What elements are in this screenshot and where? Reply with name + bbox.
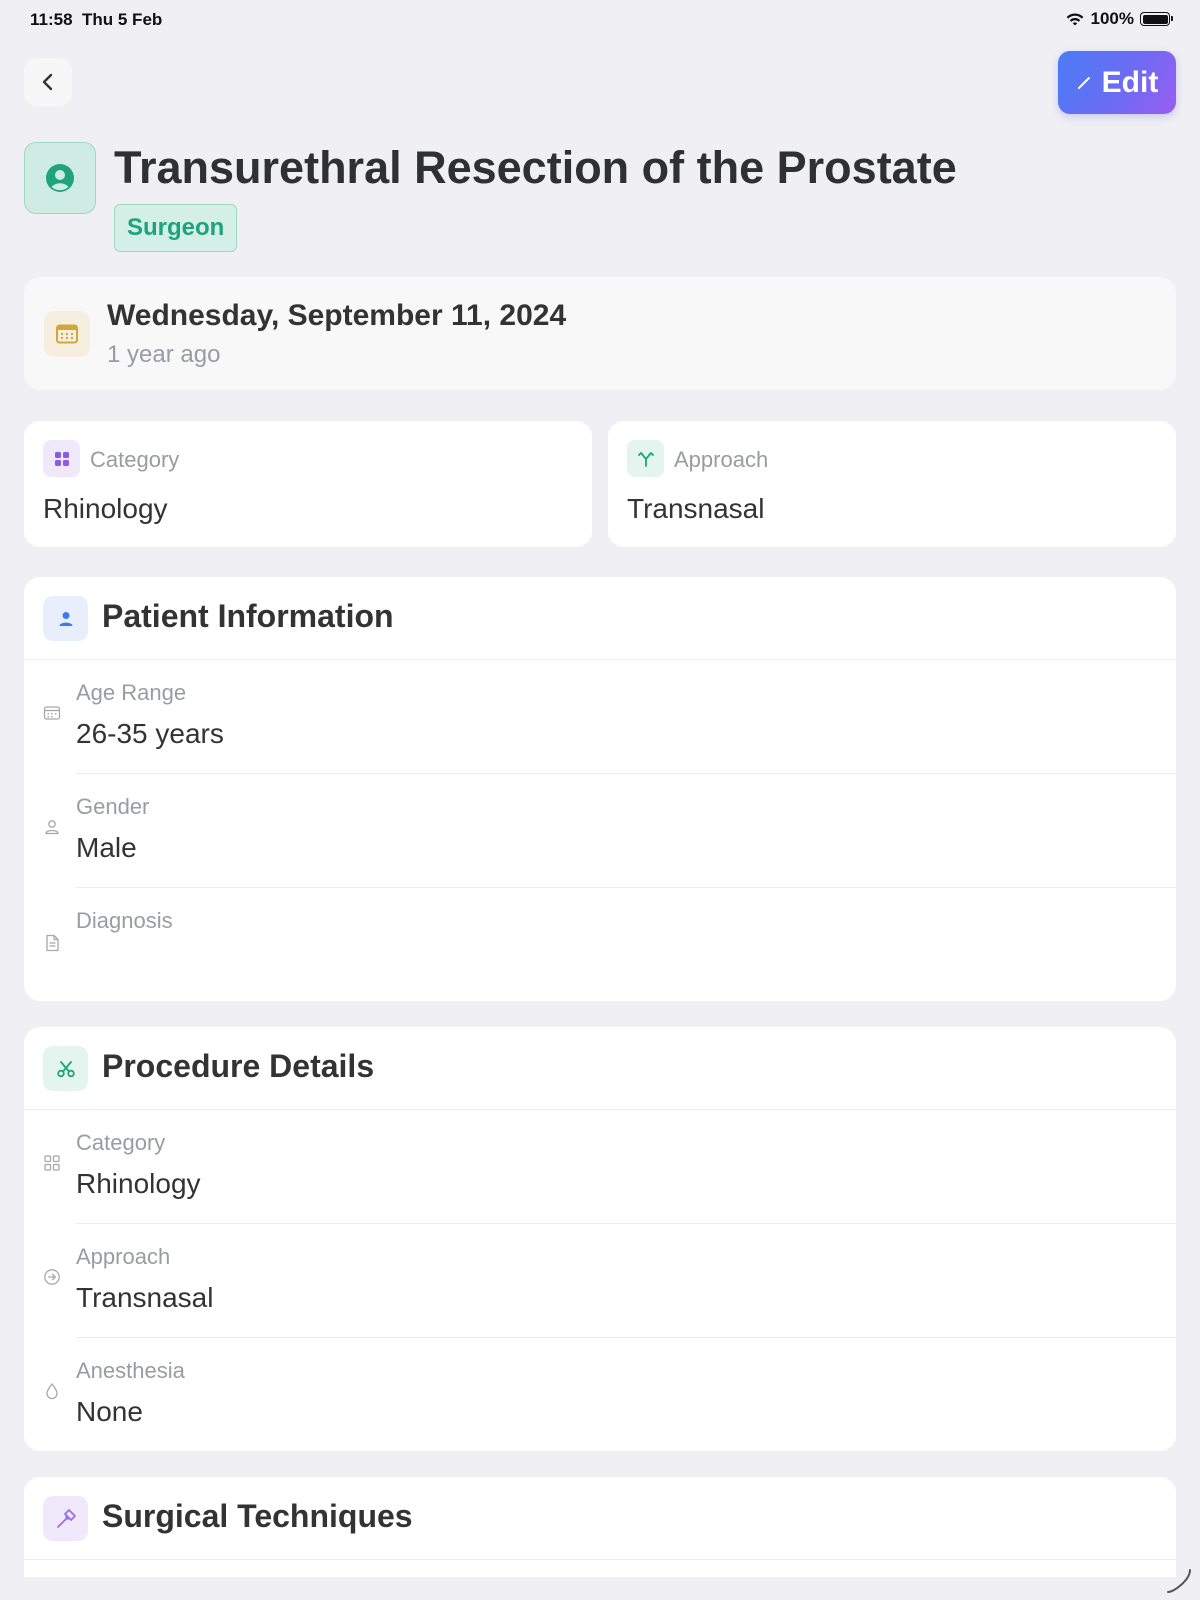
field-label: Approach (76, 1244, 171, 1269)
grid-outline-icon (44, 1155, 60, 1171)
role-badge: Surgeon (114, 204, 238, 252)
fork-icon (637, 451, 654, 467)
back-chevron-icon (42, 73, 53, 91)
field-label: Gender (76, 794, 150, 819)
status-date: Thu 5 Feb (82, 10, 163, 29)
battery-icon (1140, 12, 1173, 26)
category-card: Category Rhinology (24, 421, 592, 547)
calendar-icon (56, 324, 78, 344)
status-time: 11:58 (30, 10, 73, 29)
field-row-category: Category Rhinology (24, 1110, 1176, 1224)
field-value: Transnasal (76, 1282, 214, 1313)
battery-percentage: 100% (1090, 9, 1134, 28)
surgical-techniques-section: Surgical Techniques (24, 1477, 1176, 1577)
droplet-icon (46, 1383, 58, 1400)
scroll-indicator-icon (1167, 1569, 1191, 1593)
field-row-approach: Approach Transnasal (24, 1224, 1176, 1338)
grid-icon (54, 451, 69, 466)
edit-button-label: Edit (1101, 65, 1159, 99)
approach-label: Approach (674, 447, 769, 472)
field-value: 26-35 years (76, 718, 224, 749)
section-header: Patient Information (24, 577, 1176, 660)
category-label: Category (90, 447, 180, 472)
person-outline-icon (45, 820, 59, 835)
category-icon-box (43, 440, 80, 477)
techniques-icon-box (43, 1496, 88, 1541)
field-row-anesthesia: Anesthesia None (24, 1338, 1176, 1451)
approach-card: Approach Transnasal (608, 421, 1176, 547)
back-button[interactable] (24, 58, 72, 106)
field-row-age-range: Age Range 26-35 years (24, 660, 1176, 774)
arrow-circle-icon (44, 1269, 60, 1285)
calendar-icon (43, 706, 61, 720)
section-title: Patient Information (102, 598, 394, 634)
hammer-icon (56, 1508, 76, 1528)
field-label: Category (76, 1130, 166, 1155)
status-bar: 11:58 Thu 5 Feb 100% (0, 0, 1200, 38)
user-circle-icon (46, 164, 74, 192)
section-title: Surgical Techniques (102, 1498, 413, 1534)
status-right: 100% (1065, 9, 1173, 29)
category-value: Rhinology (43, 493, 168, 524)
edit-button[interactable]: Edit (1058, 51, 1176, 114)
section-header: Procedure Details (24, 1027, 1176, 1110)
procedure-avatar (24, 142, 96, 214)
wifi-icon (1066, 13, 1083, 26)
field-label: Age Range (76, 680, 187, 705)
document-icon (46, 934, 59, 952)
procedure-relative-date: 1 year ago (107, 341, 221, 368)
field-value: None (76, 1396, 143, 1427)
approach-icon-box (627, 440, 664, 477)
field-value: Rhinology (76, 1168, 201, 1199)
user-icon (59, 611, 72, 626)
scissors-icon (56, 1060, 75, 1077)
section-title: Procedure Details (102, 1048, 375, 1084)
procedure-date: Wednesday, September 11, 2024 (107, 299, 567, 332)
field-label: Anesthesia (76, 1358, 185, 1383)
procedure-detail-screen: 11:58 Thu 5 Feb 100% Edit Transurethral … (0, 0, 1200, 1600)
date-icon-box (44, 311, 90, 357)
section-header: Surgical Techniques (24, 1477, 1176, 1560)
patient-icon-box (43, 596, 88, 641)
patient-information-section: Patient Information Age Range 26-35 year… (24, 577, 1176, 1001)
approach-value: Transnasal (627, 493, 765, 524)
field-value: Male (76, 832, 137, 863)
field-label: Diagnosis (76, 908, 173, 933)
field-row-diagnosis: Diagnosis (24, 888, 1176, 1001)
field-row-gender: Gender Male (24, 774, 1176, 888)
pencil-icon (1077, 76, 1090, 89)
procedure-icon-box (43, 1046, 88, 1091)
page-title: Transurethral Resection of the Prostate (114, 142, 957, 193)
procedure-details-section: Procedure Details Category Rhinology App… (24, 1027, 1176, 1451)
date-card: Wednesday, September 11, 2024 1 year ago (24, 277, 1176, 390)
